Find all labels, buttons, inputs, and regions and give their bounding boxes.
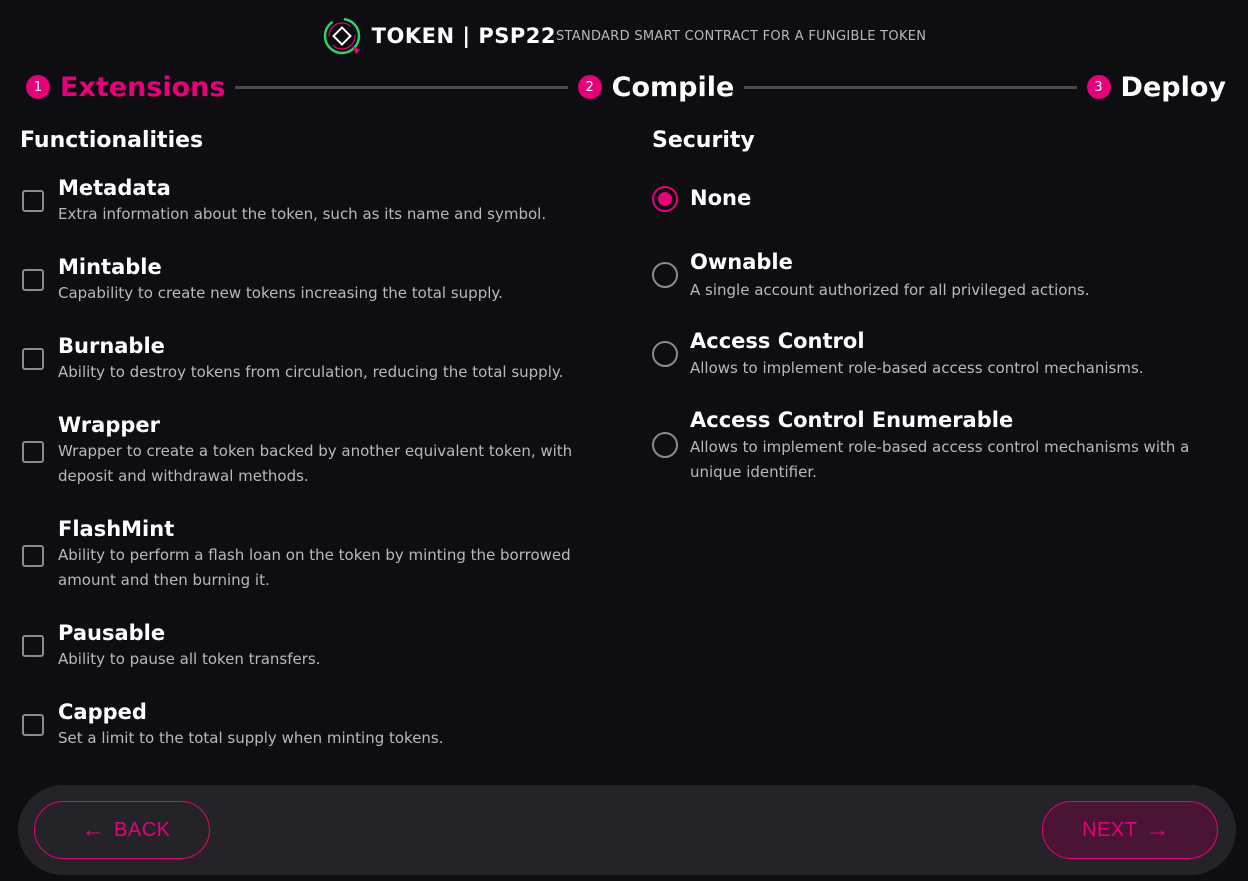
option-description: Ability to pause all token transfers. <box>58 650 321 668</box>
step-deploy[interactable]: 3 Deploy <box>1086 71 1226 103</box>
step-compile[interactable]: 2 Compile <box>577 71 735 103</box>
option-flashmint[interactable]: FlashMint Ability to perform a flash loa… <box>20 517 600 602</box>
option-mintable[interactable]: Mintable Capability to create new tokens… <box>20 255 600 315</box>
wizard-footer: ← BACK NEXT → <box>18 785 1236 875</box>
option-none[interactable]: None <box>652 184 1232 216</box>
wizard-stepper: 1 Extensions 2 Compile 3 Deploy <box>26 68 1226 106</box>
option-burnable[interactable]: Burnable Ability to destroy tokens from … <box>20 334 600 394</box>
option-title: Capped <box>58 700 147 724</box>
functionalities-title: Functionalities <box>20 128 204 153</box>
ownable-radio[interactable] <box>652 262 678 288</box>
metadata-checkbox[interactable] <box>22 190 44 212</box>
option-pausable[interactable]: Pausable Ability to pause all token tran… <box>20 621 600 681</box>
access-control-enumerable-radio[interactable] <box>652 432 678 458</box>
option-title: Access Control <box>690 329 865 353</box>
back-button-label: BACK <box>114 818 171 841</box>
option-access-control-enumerable[interactable]: Access Control Enumerable Allows to impl… <box>652 408 1232 493</box>
option-description: Ability to perform a flash loan on the t… <box>58 546 571 589</box>
option-description: A single account authorized for all priv… <box>690 281 1090 299</box>
option-title: None <box>690 186 752 210</box>
option-wrapper[interactable]: Wrapper Wrapper to create a token backed… <box>20 413 600 498</box>
option-title: Wrapper <box>58 413 160 437</box>
option-metadata[interactable]: Metadata Extra information about the tok… <box>20 176 600 236</box>
option-title: Ownable <box>690 250 793 274</box>
option-description: Extra information about the token, such … <box>58 205 547 223</box>
step-number: 1 <box>26 75 50 99</box>
app-header: TOKEN | PSP22 STANDARD SMART CONTRACT FO… <box>0 16 1248 56</box>
option-description: Ability to destroy tokens from circulati… <box>58 363 564 381</box>
option-title: Metadata <box>58 176 171 200</box>
step-label: Extensions <box>60 71 226 103</box>
option-ownable[interactable]: Ownable A single account authorized for … <box>652 250 1232 310</box>
none-radio[interactable] <box>652 186 678 212</box>
option-description: Capability to create new tokens increasi… <box>58 284 503 302</box>
capped-checkbox[interactable] <box>22 714 44 736</box>
app-title: TOKEN | PSP22 <box>371 24 556 48</box>
option-title: Burnable <box>58 334 165 358</box>
security-title: Security <box>652 128 755 153</box>
arrow-left-icon: ← <box>81 816 107 843</box>
option-title: FlashMint <box>58 517 175 541</box>
step-number: 3 <box>1086 75 1111 99</box>
flashmint-checkbox[interactable] <box>22 545 44 567</box>
wrapper-checkbox[interactable] <box>22 441 44 463</box>
option-description: Allows to implement role-based access co… <box>690 359 1144 377</box>
arrow-right-icon: → <box>1145 816 1170 843</box>
step-connector <box>235 85 568 89</box>
access-control-radio[interactable] <box>652 341 678 367</box>
back-button[interactable]: ← BACK <box>34 801 210 859</box>
step-number: 2 <box>577 75 602 99</box>
step-extensions[interactable]: 1 Extensions <box>26 72 225 103</box>
mintable-checkbox[interactable] <box>22 269 44 291</box>
option-description: Wrapper to create a token backed by anot… <box>58 442 573 485</box>
option-title: Access Control Enumerable <box>690 408 1014 432</box>
token-logo-icon <box>323 17 360 55</box>
option-access-control[interactable]: Access Control Allows to implement role-… <box>652 329 1232 389</box>
app-subtitle: STANDARD SMART CONTRACT FOR A FUNGIBLE T… <box>555 28 927 44</box>
option-title: Pausable <box>58 621 166 645</box>
pausable-checkbox[interactable] <box>22 635 44 657</box>
step-label: Deploy <box>1120 71 1226 103</box>
option-description: Allows to implement role-based access co… <box>690 438 1190 481</box>
option-title: Mintable <box>58 255 162 279</box>
option-capped[interactable]: Capped Set a limit to the total supply w… <box>20 700 600 760</box>
next-button[interactable]: NEXT → <box>1042 801 1218 859</box>
burnable-checkbox[interactable] <box>22 348 44 370</box>
step-connector <box>744 85 1077 89</box>
next-button-label: NEXT <box>1082 818 1138 841</box>
step-label: Compile <box>611 71 735 103</box>
option-description: Set a limit to the total supply when min… <box>58 729 444 747</box>
